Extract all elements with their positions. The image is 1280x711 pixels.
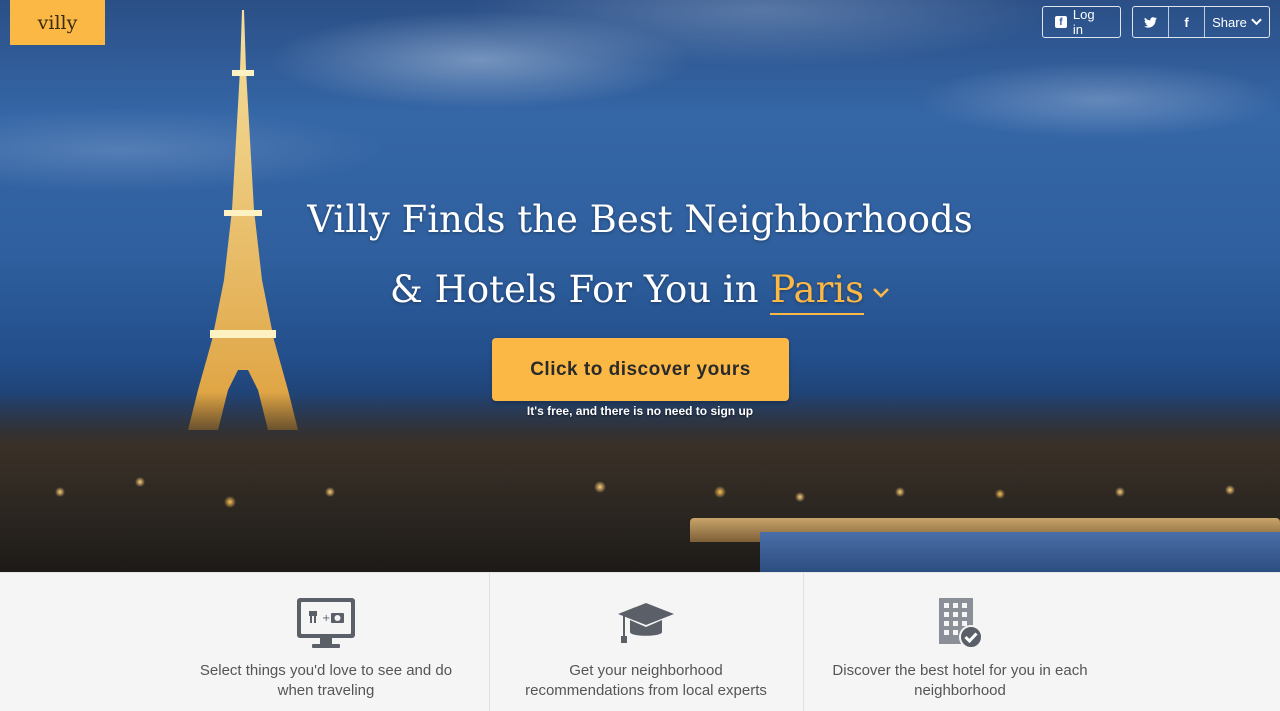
header-actions: f Log in f Share: [1042, 6, 1270, 38]
city-selector[interactable]: Paris: [770, 268, 865, 315]
city-lights: [0, 432, 1280, 532]
feature-text: Select things you'd love to see and do w…: [199, 662, 453, 699]
hero-banner: villy f Log in f Share Villy Finds the B…: [0, 0, 1280, 572]
hero-headline: Villy Finds the Best Neighborhoods & Hot…: [0, 185, 1280, 325]
headline-line-2: & Hotels For You in Paris: [0, 255, 1280, 325]
share-dropdown[interactable]: Share: [1205, 7, 1269, 37]
login-button[interactable]: f Log in: [1042, 6, 1121, 38]
hotel-building-check-icon: [939, 598, 983, 649]
login-label: Log in: [1072, 7, 1095, 37]
graduation-cap-icon: [618, 603, 674, 643]
monitor-food-camera-icon: +: [297, 598, 355, 648]
feature-text: Discover the best hotel for you in each …: [832, 662, 1088, 699]
feature-text: Get your neighborhood recommendations fr…: [525, 662, 767, 699]
brand-logo[interactable]: villy: [10, 0, 105, 45]
headline-line-2-prefix: & Hotels For You in: [389, 268, 759, 311]
feature-select-activities: + Select things you'd love to see and do…: [164, 573, 489, 711]
facebook-share-button[interactable]: f: [1169, 7, 1205, 37]
twitter-icon: [1144, 16, 1157, 28]
headline-line-1: Villy Finds the Best Neighborhoods: [307, 198, 973, 241]
brand-name: villy: [37, 11, 78, 34]
chevron-down-icon: [1251, 18, 1262, 26]
feature-best-hotel: Discover the best hotel for you in each …: [802, 573, 1117, 711]
discover-cta-button[interactable]: Click to discover yours: [492, 338, 789, 401]
feature-local-experts: Get your neighborhood recommendations fr…: [488, 573, 803, 711]
facebook-icon: f: [1184, 14, 1189, 30]
share-label: Share: [1212, 14, 1247, 30]
share-buttons: f Share: [1132, 6, 1270, 38]
facebook-login-icon: f: [1055, 16, 1067, 28]
twitter-share-button[interactable]: [1133, 7, 1169, 37]
features-strip: + Select things you'd love to see and do…: [0, 572, 1280, 711]
cta-note: It's free, and there is no need to sign …: [526, 404, 754, 418]
city-chevron-down-icon[interactable]: [872, 287, 890, 299]
cta-label: Click to discover yours: [530, 358, 751, 380]
svg-text:+: +: [322, 613, 330, 624]
river: [760, 532, 1280, 572]
